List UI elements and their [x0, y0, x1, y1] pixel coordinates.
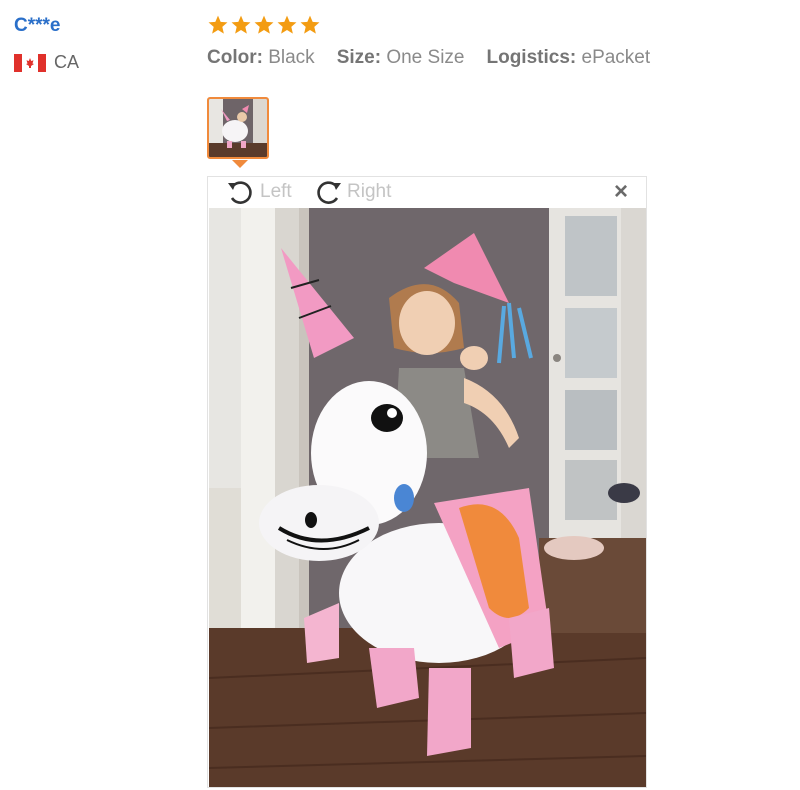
rotate-right-icon	[317, 181, 341, 204]
attribute-key: Size:	[336, 47, 382, 68]
rotate-left-button[interactable]: Left	[224, 179, 292, 205]
reviewer-info: C***e CA	[14, 14, 134, 73]
attribute-size: Size: One Size	[337, 47, 465, 69]
attribute-value: ePacket	[581, 47, 651, 68]
review-photo	[209, 208, 646, 787]
star-icon	[231, 15, 251, 34]
rotate-right-label: Right	[347, 181, 392, 202]
viewer-toolbar: Left Right ×	[208, 177, 646, 208]
star-icon	[300, 15, 320, 34]
photo-viewer: Left Right ×	[207, 176, 647, 788]
thumbnail-pointer	[232, 160, 248, 168]
star-icon	[208, 15, 228, 34]
rotate-left-icon	[228, 181, 252, 204]
attribute-key: Logistics:	[486, 47, 577, 68]
attribute-value: Black	[268, 47, 315, 68]
reviewer-country: CA	[14, 52, 134, 73]
attribute-value: One Size	[386, 47, 465, 68]
close-icon[interactable]: ×	[614, 180, 628, 204]
attribute-color: Color: Black	[207, 47, 315, 69]
star-icon	[254, 15, 274, 34]
review-photo-thumbnail[interactable]	[207, 97, 269, 159]
rotate-left-label: Left	[260, 181, 292, 202]
attribute-key: Color:	[207, 47, 263, 68]
country-code: CA	[54, 52, 80, 72]
canada-flag-icon	[14, 53, 46, 72]
star-rating	[207, 14, 321, 36]
star-icon	[277, 15, 297, 34]
rotate-right-button[interactable]: Right	[311, 179, 391, 205]
review-attributes: Color: Black Size: One Size Logistics: e…	[207, 47, 650, 69]
thumbnail-image	[209, 99, 267, 157]
attribute-logistics: Logistics: ePacket	[486, 47, 650, 69]
review-photo-image	[209, 208, 646, 787]
reviewer-name: C***e	[14, 15, 61, 36]
